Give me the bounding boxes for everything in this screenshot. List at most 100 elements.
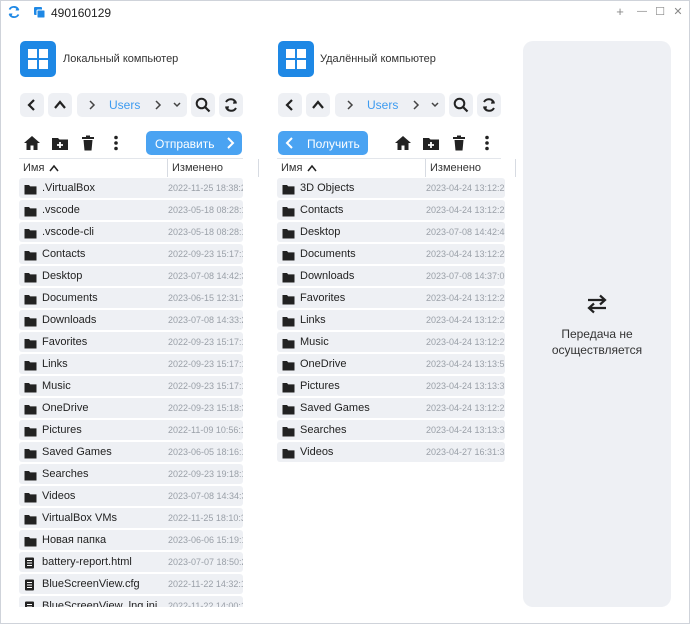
folder-icon [282, 292, 295, 310]
file-name: Pictures [300, 380, 340, 392]
column-separator[interactable] [167, 159, 168, 177]
file-name: Videos [42, 490, 76, 502]
column-separator[interactable] [515, 159, 516, 177]
folder-icon [282, 358, 295, 376]
table-row[interactable]: battery-report.html 2023-07-07 18:50:2 [19, 552, 243, 572]
table-row[interactable]: Downloads 2023-07-08 14:37:03 [277, 266, 505, 286]
remote-path-segment[interactable]: Users [367, 98, 398, 112]
minimize-button[interactable]: — [635, 5, 649, 19]
table-row[interactable]: Links 2023-04-24 13:12:26 [277, 310, 505, 330]
table-row[interactable]: Searches 2023-04-24 13:13:34 [277, 420, 505, 440]
local-search-button[interactable] [191, 93, 215, 117]
local-back-button[interactable] [20, 93, 44, 117]
table-row[interactable]: OneDrive 2022-09-23 15:18:3 [19, 398, 243, 418]
file-name: Documents [300, 248, 356, 260]
remote-search-button[interactable] [449, 93, 473, 117]
table-row[interactable]: OneDrive 2023-04-24 13:13:57 [277, 354, 505, 374]
folder-icon [24, 490, 37, 508]
table-row[interactable]: Music 2022-09-23 15:17:1 [19, 376, 243, 396]
table-row[interactable]: Videos 2023-07-08 14:34:3 [19, 486, 243, 506]
remote-file-list[interactable]: 3D Objects 2023-04-24 13:12:25 Contacts 202… [277, 178, 505, 607]
refresh-icon [225, 98, 237, 112]
chevron-down-icon[interactable] [430, 98, 440, 112]
table-row[interactable]: Favorites 2023-04-24 13:12:25 [277, 288, 505, 308]
table-row[interactable]: Pictures 2022-11-09 10:56:1 [19, 420, 243, 440]
folder-icon [282, 248, 295, 266]
table-row[interactable]: .vscode 2023-05-18 08:28:1 [19, 200, 243, 220]
table-row[interactable]: VirtualBox VMs 2022-11-25 18:10:3 [19, 508, 243, 528]
local-more-button[interactable] [105, 131, 127, 155]
table-row[interactable]: 3D Objects 2023-04-24 13:12:25 [277, 178, 505, 198]
windows-logo-icon [20, 41, 56, 77]
folder-icon [282, 336, 295, 354]
sort-ascending-icon[interactable] [307, 164, 317, 172]
transfer-status-panel: Передача не осуществляется [523, 41, 671, 607]
sort-ascending-icon[interactable] [49, 164, 59, 172]
copy-icon [34, 7, 46, 19]
table-row[interactable]: Searches 2022-09-23 19:18:1 [19, 464, 243, 484]
table-row[interactable]: Downloads 2023-07-08 14:33:2 [19, 310, 243, 330]
table-row[interactable]: Links 2022-09-23 15:17:1 [19, 354, 243, 374]
column-separator[interactable] [425, 159, 426, 177]
send-button[interactable]: Отправить [146, 131, 242, 155]
modified-date: 2023-07-07 18:50:2 [168, 557, 243, 567]
remote-breadcrumb[interactable]: Users [335, 93, 445, 117]
table-row[interactable]: BlueScreenView_lng.ini 2022-11-22 14:00:1 [19, 596, 243, 607]
table-row[interactable]: Videos 2023-04-27 16:31:33 [277, 442, 505, 462]
file-name: Favorites [300, 292, 346, 304]
remote-name-column-header[interactable]: Имя [281, 162, 302, 174]
local-modified-column-header[interactable]: Изменено [172, 162, 223, 174]
table-row[interactable]: Favorites 2022-09-23 15:17:1 [19, 332, 243, 352]
modified-date: 2023-04-24 13:12:26 [426, 337, 505, 347]
local-up-button[interactable] [48, 93, 72, 117]
table-row[interactable]: Pictures 2023-04-24 13:13:39 [277, 376, 505, 396]
close-button[interactable]: ✕ [671, 5, 685, 19]
local-name-column-header[interactable]: Имя [23, 162, 44, 174]
maximize-button[interactable]: ☐ [653, 5, 667, 19]
table-row[interactable]: Saved Games 2023-06-05 18:16:1 [19, 442, 243, 462]
table-row[interactable]: BlueScreenView.cfg 2022-11-22 14:32:1 [19, 574, 243, 594]
table-row[interactable]: Music 2023-04-24 13:12:26 [277, 332, 505, 352]
remote-more-button[interactable] [476, 131, 498, 155]
local-path-segment[interactable]: Users [109, 98, 140, 112]
remote-back-button[interactable] [278, 93, 302, 117]
modified-date: 2022-11-09 10:56:1 [168, 425, 243, 435]
local-home-button[interactable] [21, 131, 43, 155]
file-name: Documents [42, 292, 98, 304]
table-row[interactable]: Contacts 2023-04-24 13:12:25 [277, 200, 505, 220]
chevron-down-icon[interactable] [172, 98, 182, 112]
refresh-icon [483, 98, 495, 112]
table-row[interactable]: Saved Games 2023-04-24 13:12:26 [277, 398, 505, 418]
table-row[interactable]: .VirtualBox 2022-11-25 18:38:2 [19, 178, 243, 198]
send-button-label: Отправить [155, 137, 215, 151]
file-name: Saved Games [42, 446, 112, 458]
table-row[interactable]: Documents 2023-06-15 12:31:3 [19, 288, 243, 308]
remote-modified-column-header[interactable]: Изменено [430, 162, 481, 174]
local-file-list[interactable]: .VirtualBox 2022-11-25 18:38:2 .vscode 2023… [19, 178, 243, 607]
remote-new-folder-button[interactable] [420, 131, 442, 155]
file-name: 3D Objects [300, 182, 355, 194]
column-separator[interactable] [258, 159, 259, 177]
remote-up-button[interactable] [306, 93, 330, 117]
modified-date: 2023-07-08 14:37:03 [426, 271, 505, 281]
remote-refresh-button[interactable] [477, 93, 501, 117]
table-row[interactable]: Desktop 2023-07-08 14:42:3 [19, 266, 243, 286]
local-refresh-button[interactable] [219, 93, 243, 117]
local-new-folder-button[interactable] [49, 131, 71, 155]
local-breadcrumb[interactable]: Users [77, 93, 187, 117]
table-row[interactable]: Contacts 2022-09-23 15:17:1 [19, 244, 243, 264]
new-tab-button[interactable]: + [613, 5, 627, 19]
table-row[interactable]: Новая папка 2023-06-06 15:19:1 [19, 530, 243, 550]
table-row[interactable]: Desktop 2023-07-08 14:42:45 [277, 222, 505, 242]
file-name: BlueScreenView.cfg [42, 578, 140, 590]
folder-icon [24, 424, 37, 442]
home-icon [395, 136, 411, 150]
remote-delete-button[interactable] [448, 131, 470, 155]
local-delete-button[interactable] [77, 131, 99, 155]
modified-date: 2023-04-24 13:12:25 [426, 183, 505, 193]
receive-button[interactable]: Получить [278, 131, 368, 155]
file-icon [24, 600, 35, 607]
table-row[interactable]: Documents 2023-04-24 13:12:26 [277, 244, 505, 264]
remote-home-button[interactable] [392, 131, 414, 155]
table-row[interactable]: .vscode-cli 2023-05-18 08:28:1 [19, 222, 243, 242]
